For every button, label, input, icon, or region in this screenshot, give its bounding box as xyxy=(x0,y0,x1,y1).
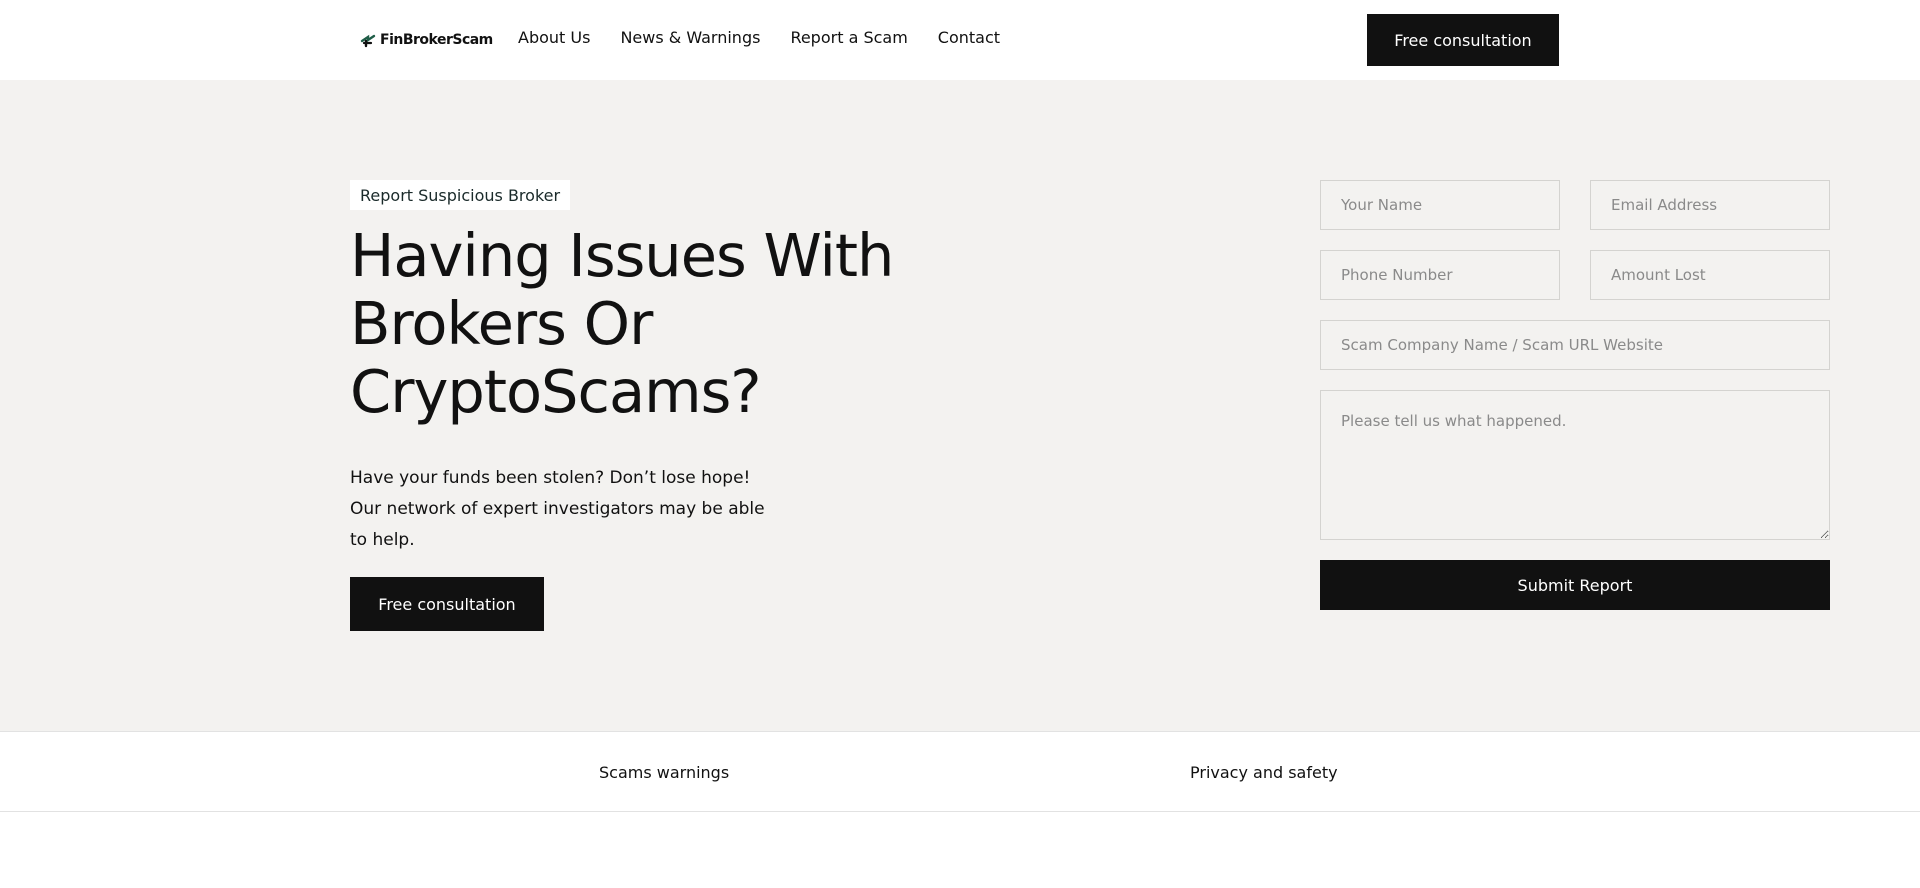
hero-section: Report Suspicious Broker Having Issues W… xyxy=(0,80,1920,731)
nav-about-us[interactable]: About Us xyxy=(518,28,590,47)
site-header: FinBrokerScam About Us News & Warnings R… xyxy=(0,0,1920,80)
nav-report-scam[interactable]: Report a Scam xyxy=(790,28,907,47)
hero-free-consultation-button[interactable]: Free consultation xyxy=(350,577,544,631)
nav-contact[interactable]: Contact xyxy=(938,28,1000,47)
footer-link-scams-warnings[interactable]: Scams warnings xyxy=(599,763,729,782)
header-free-consultation-button[interactable]: Free consultation xyxy=(1367,14,1559,66)
amount-lost-input[interactable] xyxy=(1590,250,1830,300)
email-input[interactable] xyxy=(1590,180,1830,230)
main-nav: About Us News & Warnings Report a Scam C… xyxy=(518,28,1030,47)
page-bottom xyxy=(0,812,1920,888)
logo[interactable]: FinBrokerScam xyxy=(360,29,493,51)
hero-badge: Report Suspicious Broker xyxy=(350,180,571,210)
footer-links-bar: Scams warnings Privacy and safety xyxy=(0,731,1920,812)
hero-title: Having Issues With Brokers Or CryptoScam… xyxy=(350,221,894,426)
logo-icon xyxy=(360,34,376,48)
message-textarea[interactable] xyxy=(1320,390,1830,540)
phone-input[interactable] xyxy=(1320,250,1560,300)
submit-report-button[interactable]: Submit Report xyxy=(1320,560,1830,610)
logo-text: FinBrokerScam xyxy=(380,32,493,48)
hero-description: Have your funds been stolen? Don’t lose … xyxy=(350,468,765,550)
nav-news-warnings[interactable]: News & Warnings xyxy=(620,28,760,47)
footer-link-privacy-safety[interactable]: Privacy and safety xyxy=(1190,763,1338,782)
name-input[interactable] xyxy=(1320,180,1560,230)
scam-company-input[interactable] xyxy=(1320,320,1830,370)
